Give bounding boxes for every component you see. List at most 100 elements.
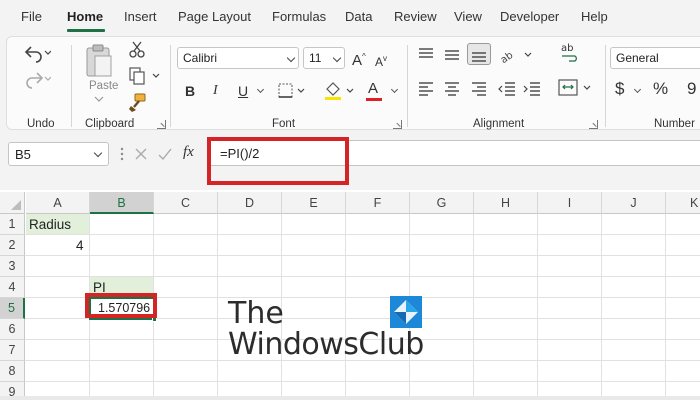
decrease-indent-icon[interactable] <box>497 81 517 97</box>
watermark-line-1: The <box>228 296 284 331</box>
row-header-1[interactable]: 1 <box>0 214 25 235</box>
tab-review[interactable]: Review <box>394 9 437 24</box>
column-header-i[interactable]: I <box>538 192 602 214</box>
increase-font-size-button[interactable]: A^ <box>352 49 366 69</box>
chevron-down-icon <box>286 53 296 63</box>
column-header-h[interactable]: H <box>474 192 538 214</box>
increase-indent-icon[interactable] <box>522 81 542 97</box>
group-label-clipboard: Clipboard <box>85 118 135 130</box>
select-all-button[interactable] <box>0 192 25 214</box>
row-header-2[interactable]: 2 <box>0 235 25 256</box>
paste-dropdown-icon[interactable] <box>93 95 105 103</box>
font-name-select[interactable]: Calibri <box>177 47 299 69</box>
formula-controls: fx <box>117 142 207 166</box>
tab-formulas[interactable]: Formulas <box>272 9 326 24</box>
wrap-text-icon[interactable]: ab <box>559 41 581 63</box>
decrease-font-size-button[interactable]: Av <box>375 51 387 70</box>
align-middle-icon[interactable] <box>443 47 461 63</box>
clipboard-dialog-launcher[interactable] <box>157 120 166 129</box>
tab-home[interactable]: Home <box>67 9 103 24</box>
tab-file[interactable]: File <box>21 9 42 24</box>
percent-button[interactable]: % <box>653 80 668 97</box>
column-header-j[interactable]: J <box>602 192 666 214</box>
underline-dropdown-icon[interactable] <box>256 85 265 94</box>
tab-insert[interactable]: Insert <box>124 9 157 24</box>
number-format-value: General <box>616 51 659 65</box>
cell-a2[interactable]: 4 <box>76 238 84 253</box>
gridline <box>665 214 666 400</box>
enter-check-icon[interactable] <box>157 146 173 162</box>
row-header-3[interactable]: 3 <box>0 256 25 277</box>
row-header-6[interactable]: 6 <box>0 319 25 340</box>
group-label-alignment: Alignment <box>473 118 525 130</box>
column-header-c[interactable]: C <box>154 192 218 214</box>
svg-text:ab: ab <box>561 43 573 54</box>
gridline <box>345 214 346 400</box>
copy-icon[interactable] <box>127 67 163 85</box>
undo-icon[interactable] <box>23 43 51 63</box>
italic-button[interactable]: I <box>213 83 218 99</box>
tab-view[interactable]: View <box>454 9 482 24</box>
currency-button[interactable]: $ <box>615 80 624 97</box>
worksheet-grid: A B C D E F G H I J K 1 2 3 4 5 6 7 8 9 … <box>0 190 700 400</box>
menu-bar: File Home Insert Page Layout Formulas Da… <box>0 0 700 34</box>
alignment-dialog-launcher[interactable] <box>589 120 598 129</box>
align-bottom-icon <box>472 52 486 62</box>
column-header-a[interactable]: A <box>26 192 90 214</box>
font-size-select[interactable]: 11 <box>303 47 345 69</box>
gridline <box>537 214 538 400</box>
redo-icon[interactable] <box>23 69 51 89</box>
merge-center-icon[interactable] <box>557 77 597 99</box>
bold-button[interactable]: B <box>185 83 195 99</box>
fill-color-icon[interactable] <box>323 81 357 101</box>
tab-help[interactable]: Help <box>581 9 608 24</box>
align-center-icon[interactable] <box>443 81 461 97</box>
tab-page-layout[interactable]: Page Layout <box>178 9 251 24</box>
gridline <box>601 214 602 400</box>
column-header-b[interactable]: B <box>90 192 154 214</box>
format-painter-icon[interactable] <box>127 93 147 113</box>
group-divider <box>71 45 72 127</box>
font-name-value: Calibri <box>183 51 218 65</box>
column-header-d[interactable]: D <box>218 192 282 214</box>
borders-icon[interactable] <box>277 82 307 100</box>
cell-a1[interactable]: Radius <box>29 217 71 232</box>
orientation-icon[interactable]: ab <box>497 45 537 65</box>
column-header-k[interactable]: K <box>666 192 700 214</box>
name-box[interactable]: B5 <box>8 142 109 166</box>
cut-icon[interactable] <box>127 41 147 59</box>
group-label-undo: Undo <box>27 118 55 130</box>
row-header-8[interactable]: 8 <box>0 361 25 382</box>
gridline <box>473 214 474 400</box>
gridline <box>25 276 700 277</box>
comma-style-button[interactable]: 9 <box>687 80 696 97</box>
tab-data[interactable]: Data <box>345 9 372 24</box>
paste-label[interactable]: Paste <box>89 80 118 92</box>
font-color-dropdown-icon[interactable] <box>390 85 399 94</box>
row-header-7[interactable]: 7 <box>0 340 25 361</box>
currency-dropdown-icon[interactable] <box>633 85 642 94</box>
font-color-swatch <box>366 98 382 101</box>
align-right-icon[interactable] <box>470 81 488 97</box>
ribbon: Undo Paste Clipboard Calibri 11 A^ Av B … <box>0 34 700 134</box>
align-top-icon[interactable] <box>417 47 435 63</box>
tab-developer[interactable]: Developer <box>500 9 559 24</box>
underline-button[interactable]: U <box>238 83 248 99</box>
row-header-5[interactable]: 5 <box>0 298 25 319</box>
column-header-e[interactable]: E <box>282 192 346 214</box>
row-header-4[interactable]: 4 <box>0 277 25 298</box>
windows-logo-icon <box>390 296 422 328</box>
font-color-button[interactable]: A <box>368 81 378 97</box>
grip-dots-icon <box>120 147 124 161</box>
font-dialog-launcher[interactable] <box>393 120 402 129</box>
formula-bar: B5 fx =PI()/2 <box>0 134 700 190</box>
insert-function-button[interactable]: fx <box>183 144 194 161</box>
cancel-icon[interactable] <box>133 146 149 162</box>
number-format-select[interactable]: General <box>610 47 700 69</box>
shrink-font-glyph: A <box>375 55 384 69</box>
align-left-icon[interactable] <box>417 81 435 97</box>
column-header-g[interactable]: G <box>410 192 474 214</box>
column-header-f[interactable]: F <box>346 192 410 214</box>
paste-icon[interactable] <box>83 43 115 79</box>
group-label-number: Number <box>654 118 695 130</box>
